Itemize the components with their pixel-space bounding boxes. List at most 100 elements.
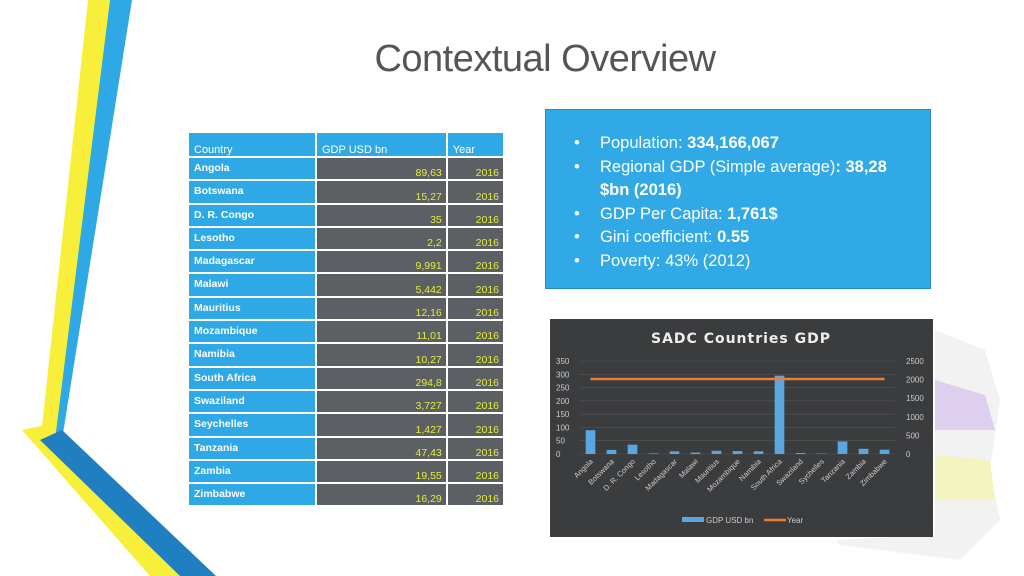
year-cell: 2016 xyxy=(447,158,503,180)
table-row: Tanzania 47,43 2016 xyxy=(189,437,503,459)
y-tick-label: 250 xyxy=(556,384,570,393)
gdp-cell: 12,16 xyxy=(317,297,446,320)
bar xyxy=(732,451,743,454)
gdp-cell: 5,442 xyxy=(317,274,446,296)
table-row: Namibia 10,27 2016 xyxy=(189,344,503,366)
bar xyxy=(858,448,869,454)
year-cell: 2016 xyxy=(447,181,503,203)
page-title: Contextual Overview xyxy=(374,38,716,80)
bar xyxy=(690,452,701,454)
y-tick-label: 100 xyxy=(556,423,570,432)
gdp-per-capita-item: GDP Per Capita: 1,761$ xyxy=(574,203,920,227)
gdp-cell: 1,427 xyxy=(317,414,446,436)
bar xyxy=(669,451,680,454)
legend-label-gdp: GDP USD bn xyxy=(706,516,753,525)
table-row: Angola 89,63 2016 xyxy=(189,158,503,180)
gdp-chart: SADC Countries GDP 0 50 100 150 200 250 300 350 0… xyxy=(550,319,933,537)
gdp-cell: 2,2 xyxy=(317,227,446,250)
table-row: Mauritius 12,16 2016 xyxy=(189,297,503,320)
table-row: Botswana 15,27 2016 xyxy=(189,181,503,203)
table-row: Madagascar 9,991 2016 xyxy=(189,251,503,273)
bar xyxy=(585,430,596,454)
y2-tick-label: 2000 xyxy=(906,376,924,385)
country-cell: Seychelles xyxy=(189,414,315,436)
year-cell: 2016 xyxy=(447,297,503,320)
bar xyxy=(795,453,806,454)
country-cell: Lesotho xyxy=(189,227,315,250)
year-cell: 2016 xyxy=(447,204,503,226)
gdp-cell: 9,991 xyxy=(317,251,446,273)
country-cell: South Africa xyxy=(189,367,315,389)
gdp-cell: 89,63 xyxy=(317,158,446,180)
bar xyxy=(837,441,848,454)
chart-title: SADC Countries GDP xyxy=(651,331,831,347)
gdp-cell: 10,27 xyxy=(317,344,446,366)
year-cell: 2016 xyxy=(447,367,503,389)
bar xyxy=(627,444,638,454)
gdp-cell: 11,01 xyxy=(317,321,446,343)
summary-box: Population: 334,166,067 Regional GDP (Si… xyxy=(545,109,931,289)
year-cell: 2016 xyxy=(447,321,503,343)
y2-tick-label: 0 xyxy=(906,450,911,459)
gdp-cell: 35 xyxy=(317,204,446,226)
table-row: South Africa 294,8 2016 xyxy=(189,367,503,389)
bar xyxy=(879,449,890,454)
gdp-cell: 15,27 xyxy=(317,181,446,203)
legend-swatch-gdp xyxy=(682,517,704,522)
table-row: Lesotho 2,2 2016 xyxy=(189,227,503,250)
regional-gdp-item: Regional GDP (Simple average): 38,28 $bn… xyxy=(574,156,920,203)
country-cell: Zimbabwe xyxy=(189,484,315,506)
gini-item: Gini coefficient: 0.55 xyxy=(574,226,920,250)
year-cell: 2016 xyxy=(447,274,503,296)
legend-label-year: Year xyxy=(787,516,804,525)
y-tick-label: 0 xyxy=(556,450,561,459)
table-row: Zimbabwe 16,29 2016 xyxy=(189,484,503,506)
table-row: Zambia 19,55 2016 xyxy=(189,460,503,483)
y-tick-label: 150 xyxy=(556,410,570,419)
y-tick-label: 300 xyxy=(556,370,570,379)
country-cell: Mozambique xyxy=(189,321,315,343)
table-row: Swaziland 3,727 2016 xyxy=(189,390,503,413)
country-cell: Botswana xyxy=(189,181,315,203)
bar xyxy=(711,450,722,454)
gdp-cell: 47,43 xyxy=(317,437,446,459)
x-tick-label: Tanzania xyxy=(819,456,847,484)
table-row: Malawi 5,442 2016 xyxy=(189,274,503,296)
gdp-cell: 19,55 xyxy=(317,460,446,483)
country-cell: Tanzania xyxy=(189,437,315,459)
year-cell: 2016 xyxy=(447,344,503,366)
gdp-table: Country GDP USD bn Year Angola 89,63 2016 B… xyxy=(187,131,505,507)
bar xyxy=(606,449,617,454)
country-cell: Madagascar xyxy=(189,251,315,273)
header-year: Year xyxy=(447,133,503,156)
y2-tick-label: 500 xyxy=(906,431,920,440)
year-cell: 2016 xyxy=(447,227,503,250)
country-cell: Angola xyxy=(189,158,315,180)
gdp-cell: 16,29 xyxy=(317,484,446,506)
country-cell: Namibia xyxy=(189,344,315,366)
population-item: Population: 334,166,067 xyxy=(574,132,920,156)
poverty-item: Poverty: 43% (2012) xyxy=(574,250,920,274)
bar xyxy=(753,451,764,454)
year-cell: 2016 xyxy=(447,437,503,459)
table-row: D. R. Congo 35 2016 xyxy=(189,204,503,226)
year-cell: 2016 xyxy=(447,460,503,483)
year-cell: 2016 xyxy=(447,390,503,413)
year-cell: 2016 xyxy=(447,414,503,436)
header-gdp: GDP USD bn xyxy=(317,133,446,156)
country-cell: Mauritius xyxy=(189,297,315,320)
bar xyxy=(648,453,659,454)
year-cell: 2016 xyxy=(447,251,503,273)
header-country: Country xyxy=(189,133,315,156)
y-tick-label: 200 xyxy=(556,397,570,406)
bar xyxy=(774,375,785,454)
chart-svg: SADC Countries GDP 0 50 100 150 200 250 300 350 0… xyxy=(556,331,924,525)
country-cell: Swaziland xyxy=(189,390,315,413)
y2-tick-label: 1500 xyxy=(906,394,924,403)
gdp-cell: 3,727 xyxy=(317,390,446,413)
country-cell: D. R. Congo xyxy=(189,204,315,226)
y2-tick-label: 2500 xyxy=(906,357,924,366)
y-tick-label: 350 xyxy=(556,357,570,366)
table-row: Seychelles 1,427 2016 xyxy=(189,414,503,436)
country-cell: Zambia xyxy=(189,460,315,483)
